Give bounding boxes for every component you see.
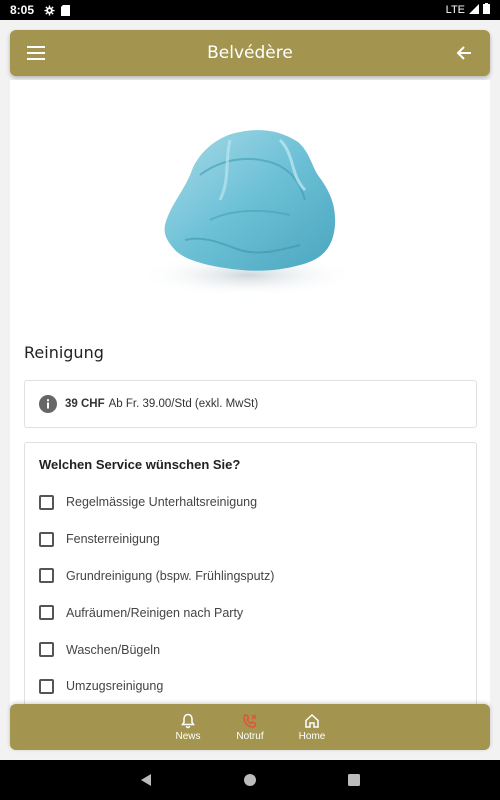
info-icon (39, 395, 57, 413)
app-title: Belvédère (207, 43, 293, 63)
signal-icon (469, 3, 479, 17)
option-label: Grundreinigung (bspw. Frühlingsputz) (66, 568, 275, 583)
system-home-button[interactable] (243, 773, 257, 787)
checkbox[interactable] (39, 678, 54, 694)
back-button[interactable] (452, 41, 476, 65)
option-label: Waschen/Bügeln (66, 642, 161, 657)
home-icon (305, 713, 319, 728)
price-amount: 39 CHF (65, 398, 105, 410)
content-area: Reinigung 39 CHF Ab Fr. 39.00/Std (exkl.… (10, 80, 490, 705)
status-time: 8:05 (10, 3, 35, 17)
nav-home[interactable]: Home (292, 713, 332, 742)
checkbox[interactable] (39, 494, 54, 510)
settings-icon (44, 4, 55, 16)
option-label: Aufräumen/Reinigen nach Party (66, 605, 244, 620)
service-options-card: Welchen Service wünschen Sie? Regelmässi… (24, 442, 477, 705)
nav-label: News (175, 730, 201, 742)
status-right: LTE (446, 3, 490, 17)
option-window-cleaning[interactable]: Fensterreinigung (39, 521, 462, 558)
price-card: 39 CHF Ab Fr. 39.00/Std (exkl. MwSt) (24, 380, 477, 428)
phone-call-icon (243, 713, 257, 728)
bell-icon (181, 713, 195, 728)
bottom-navigation: News Notruf Home (10, 704, 490, 750)
system-back-button[interactable] (139, 773, 153, 787)
service-title: Reinigung (24, 343, 104, 362)
option-label: Umzugsreinigung (66, 679, 164, 694)
hamburger-icon (27, 46, 45, 60)
triangle-back-icon (141, 774, 151, 786)
option-deep-cleaning[interactable]: Grundreinigung (bspw. Frühlingsputz) (39, 558, 462, 595)
nav-news[interactable]: News (168, 713, 208, 742)
hero-image (10, 80, 490, 330)
status-bar: 8:05 LTE (0, 0, 500, 20)
system-recents-button[interactable] (347, 773, 361, 787)
sd-card-icon (61, 4, 71, 16)
menu-button[interactable] (24, 41, 48, 65)
price-detail: Ab Fr. 39.00/Std (exkl. MwSt) (108, 398, 259, 410)
arrow-back-icon (456, 46, 471, 60)
option-laundry-ironing[interactable]: Waschen/Bügeln (39, 631, 462, 668)
app-bar: Belvédère (10, 30, 490, 76)
system-navigation-bar (0, 760, 500, 800)
network-type: LTE (445, 4, 465, 16)
checkbox[interactable] (39, 531, 54, 547)
option-label: Fensterreinigung (66, 532, 160, 547)
option-regular-cleaning[interactable]: Regelmässige Unterhaltsreinigung (39, 484, 462, 521)
cleaning-cloth-image (138, 130, 358, 297)
nav-label: Home (298, 730, 326, 742)
service-question: Welchen Service wünschen Sie? (39, 457, 241, 472)
checkbox[interactable] (39, 642, 54, 658)
checkbox[interactable] (39, 568, 54, 584)
checkbox[interactable] (39, 605, 54, 621)
option-label: Regelmässige Unterhaltsreinigung (66, 495, 258, 510)
option-party-cleanup[interactable]: Aufräumen/Reinigen nach Party (39, 594, 462, 631)
battery-icon (483, 3, 490, 17)
square-recents-icon (348, 774, 360, 786)
option-moving-cleaning[interactable]: Umzugsreinigung (39, 668, 462, 705)
nav-label: Notruf (236, 730, 264, 742)
circle-home-icon (244, 774, 256, 786)
nav-notruf[interactable]: Notruf (230, 713, 270, 742)
